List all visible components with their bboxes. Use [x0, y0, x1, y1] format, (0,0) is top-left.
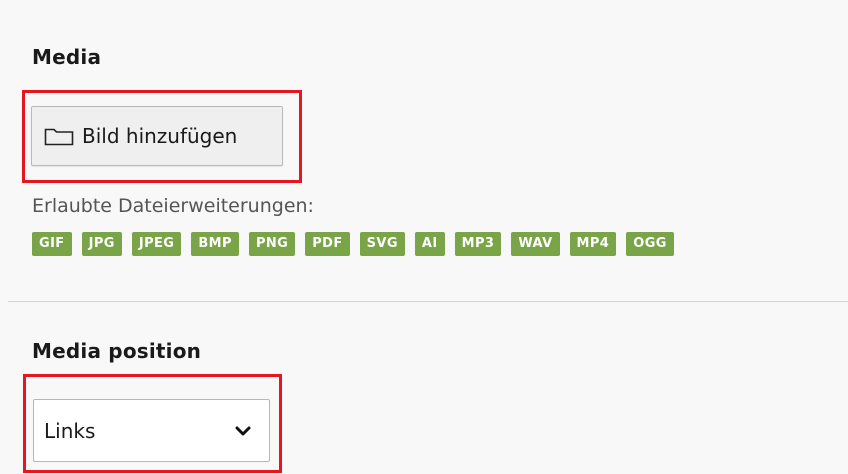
- extension-badge: AI: [414, 232, 445, 256]
- extension-badge: MP4: [569, 232, 617, 256]
- extension-badge: SVG: [359, 232, 405, 256]
- add-image-button[interactable]: Bild hinzufügen: [31, 106, 283, 166]
- extension-badge: OGG: [626, 232, 674, 256]
- section-divider: [8, 301, 848, 302]
- extension-badge: MP3: [454, 232, 502, 256]
- extension-badge: JPEG: [131, 232, 182, 256]
- add-image-button-label: Bild hinzufügen: [82, 124, 238, 148]
- media-position-selected-value: Links: [44, 418, 96, 443]
- extension-badge: PDF: [305, 232, 350, 256]
- folder-icon: [44, 128, 74, 146]
- extension-badge: BMP: [191, 232, 239, 256]
- chevron-down-icon: [235, 426, 251, 435]
- media-position-title: Media position: [32, 339, 202, 363]
- media-section-title: Media: [32, 45, 102, 69]
- extension-badges: GIF JPG JPEG BMP PNG PDF SVG AI MP3 WAV …: [32, 232, 674, 256]
- media-position-select[interactable]: Links: [33, 399, 270, 462]
- allowed-extensions-label: Erlaubte Dateierweiterungen:: [32, 195, 314, 217]
- extension-badge: JPG: [81, 232, 122, 256]
- extension-badge: WAV: [511, 232, 560, 256]
- extension-badge: GIF: [32, 232, 72, 256]
- extension-badge: PNG: [248, 232, 296, 256]
